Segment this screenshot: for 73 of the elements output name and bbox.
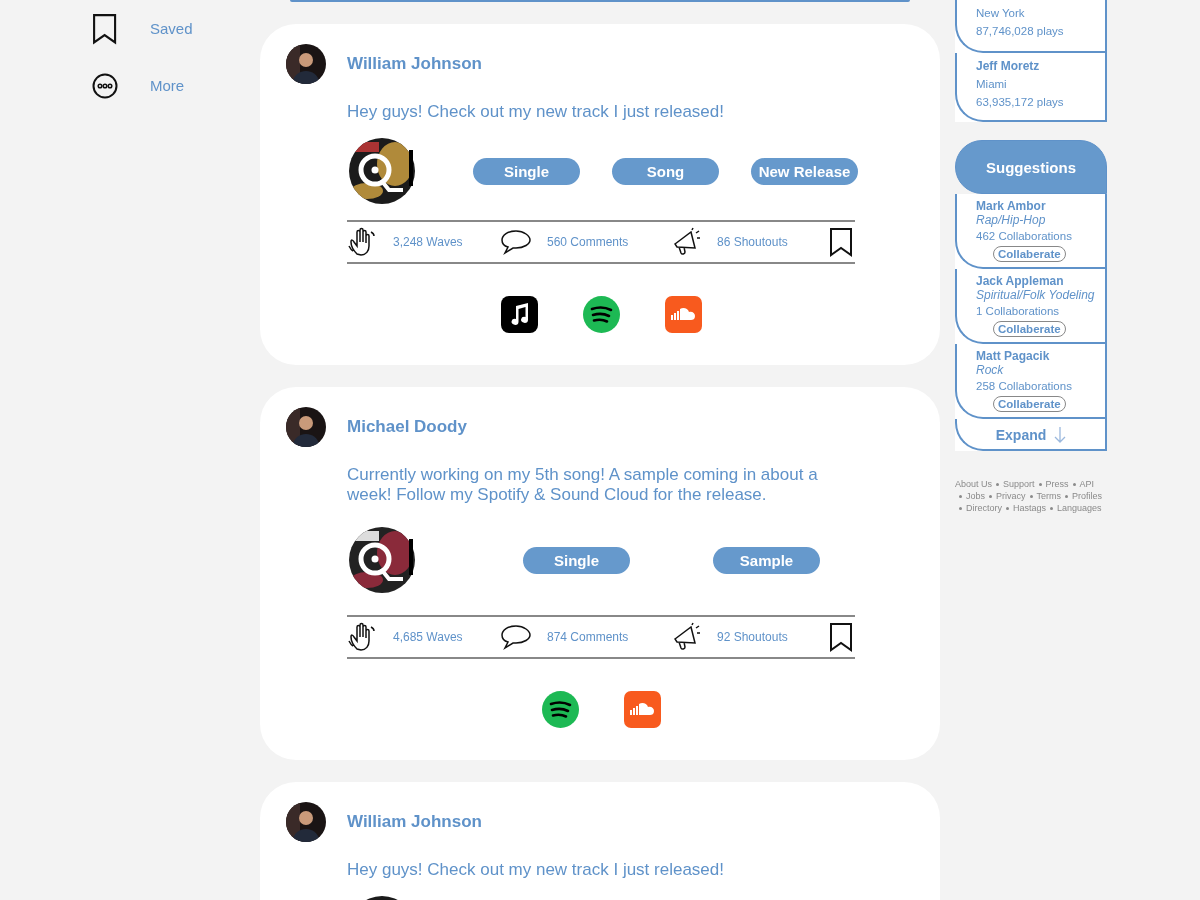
down-arrow-icon — [1054, 427, 1067, 443]
tag-pill[interactable]: New Release — [751, 157, 858, 185]
bookmark-icon — [829, 622, 853, 652]
footer-link[interactable]: Press — [1045, 479, 1069, 489]
collaborate-button[interactable]: Collaberate — [993, 321, 1066, 337]
sidebar-item[interactable]: More — [90, 72, 260, 99]
megaphone-icon — [671, 621, 703, 653]
footer-link[interactable]: API — [1079, 479, 1095, 489]
suggested-artist-name[interactable]: Matt Pagacik — [976, 349, 1105, 363]
speech-bubble-icon — [499, 623, 533, 651]
author-name[interactable]: Michael Doody — [347, 417, 467, 437]
sidebar-item[interactable]: Saved — [90, 13, 260, 45]
footer-link[interactable]: Terms — [1036, 491, 1062, 501]
separator-dot — [1006, 506, 1009, 510]
genre-text: Rap/Hip-Hop — [976, 213, 1047, 227]
separator-dot — [1038, 482, 1042, 486]
more-icon — [92, 72, 118, 99]
suggested-artist-name[interactable]: Mark Ambor — [976, 199, 1105, 213]
post-text: Currently working on my 5th song! A sample coming in about a week! Follow my Spotify & Sound Cloud for the release. — [347, 465, 819, 505]
music-note-icon[interactable] — [500, 296, 538, 333]
artist-plays: 87,746,028 plays — [976, 25, 1065, 37]
artist-location: New York — [976, 7, 1026, 19]
footer-link[interactable]: Privacy — [996, 491, 1026, 501]
bookmark-icon — [829, 227, 853, 257]
soundcloud-icon[interactable] — [664, 296, 702, 333]
separator-dot — [996, 482, 1000, 486]
collaborations-count: 258 Collaborations — [976, 380, 1073, 392]
footer-link[interactable]: Hastags — [1013, 503, 1047, 513]
soundcloud-icon[interactable] — [623, 691, 661, 728]
tag-pill[interactable]: Sample — [713, 546, 820, 574]
expand-button[interactable]: Expand — [957, 427, 1105, 443]
collaborations-count: 462 Collaborations — [976, 230, 1073, 242]
comments-count: 560 Comments — [547, 235, 629, 249]
footer-link[interactable]: About Us — [955, 479, 993, 489]
speech-bubble-icon — [499, 228, 533, 256]
separator-dot — [1072, 482, 1076, 486]
author-name[interactable]: William Johnson — [347, 812, 482, 832]
author-name[interactable]: William Johnson — [347, 54, 482, 74]
footer-link[interactable]: Languages — [1057, 503, 1102, 513]
footer-link[interactable]: Profiles — [1072, 491, 1103, 501]
post-text: Hey guys! Check out my new track I just released! — [347, 860, 725, 880]
suggestions-header: Suggestions — [955, 140, 1107, 194]
artist-name[interactable]: Jeff Moretz — [976, 59, 1105, 73]
separator-dot — [959, 494, 962, 498]
shoutouts-count: 92 Shoutouts — [717, 630, 788, 644]
waves-count: 3,248 Waves — [393, 235, 463, 249]
footer-link[interactable]: Support — [1003, 479, 1035, 489]
tag-pill[interactable]: Song — [612, 157, 719, 185]
artist-location: Miami — [976, 78, 1008, 90]
shoutouts-count: 86 Shoutouts — [717, 235, 788, 249]
post-text: Hey guys! Check out my new track I just released! — [347, 102, 725, 122]
genre-text: Spiritual/Folk Yodeling — [976, 288, 1096, 302]
separator-dot — [989, 494, 992, 498]
spotify-icon[interactable] — [582, 296, 620, 333]
footer-link[interactable]: Directory — [966, 503, 1002, 513]
genre-text: Rock — [976, 363, 1005, 377]
bookmark-icon — [92, 13, 118, 45]
comments-count: 874 Comments — [547, 630, 629, 644]
tag-pill[interactable]: Single — [523, 546, 630, 574]
footer-link[interactable]: Jobs — [966, 491, 985, 501]
separator-dot — [959, 506, 962, 510]
tag-pill[interactable]: Single — [473, 157, 580, 185]
suggested-artist-name[interactable]: Jack Appleman — [976, 274, 1105, 288]
collaborate-button[interactable]: Collaberate — [993, 396, 1066, 412]
separator-dot — [1065, 494, 1069, 498]
separator-dot — [1029, 494, 1033, 498]
separator-dot — [1050, 506, 1054, 510]
spotify-icon[interactable] — [541, 691, 579, 728]
waves-count: 4,685 Waves — [393, 630, 463, 644]
collaborate-button[interactable]: Collaberate — [993, 246, 1066, 262]
collaborations-count: 1 Collaborations — [976, 305, 1061, 317]
megaphone-icon — [671, 226, 703, 258]
artist-plays: 63,935,172 plays — [976, 96, 1065, 108]
